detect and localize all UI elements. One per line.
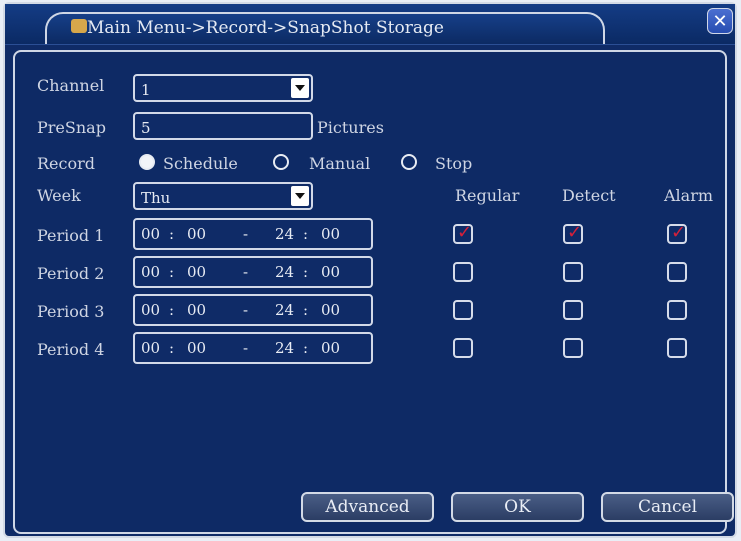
title-bar: Main Menu->Record->SnapShot Storage ✕ [5, 4, 735, 45]
window-title: Main Menu->Record->SnapShot Storage [87, 18, 444, 38]
ok-button[interactable]: OK [451, 492, 584, 522]
period-2-label: Period 2 [37, 264, 105, 283]
period-1-time[interactable]: 00 : 00 - 24 : 00 [133, 218, 373, 250]
period-4-alarm-checkbox[interactable] [667, 338, 687, 358]
end-hour: 24 [275, 301, 295, 319]
chevron-down-icon [291, 78, 309, 98]
start-minute: 00 [187, 263, 207, 281]
record-manual-radio[interactable] [273, 154, 289, 170]
period-4-label: Period 4 [37, 340, 105, 359]
start-separator: : [169, 225, 175, 243]
period-2-alarm-checkbox[interactable] [667, 262, 687, 282]
period-1-detect-checkbox[interactable] [563, 222, 583, 244]
period-3-label: Period 3 [37, 302, 105, 321]
start-separator: : [169, 339, 175, 357]
record-stop-label: Stop [435, 154, 473, 173]
end-minute: 00 [321, 225, 341, 243]
presnap-value: 5 [141, 119, 151, 137]
period-4-time[interactable]: 00 : 00 - 24 : 00 [133, 332, 373, 364]
period-4-regular-checkbox[interactable] [453, 338, 473, 358]
record-label: Record [37, 154, 95, 173]
end-hour: 24 [275, 225, 295, 243]
settings-panel: Channel 1 PreSnap 5 Pictures Record Sche… [13, 50, 734, 534]
period-2-detect-checkbox[interactable] [563, 262, 583, 282]
range-dash: - [243, 263, 249, 281]
snapshot-storage-window: Main Menu->Record->SnapShot Storage ✕ Ch… [3, 2, 737, 538]
presnap-input[interactable]: 5 [133, 112, 313, 140]
close-icon: ✕ [712, 10, 728, 32]
period-1-label: Period 1 [37, 226, 105, 245]
end-minute: 00 [321, 263, 341, 281]
start-hour: 00 [141, 301, 161, 319]
folder-icon [71, 19, 87, 33]
presnap-label: PreSnap [37, 118, 106, 137]
range-dash: - [243, 301, 249, 319]
period-1-alarm-checkbox[interactable] [667, 222, 687, 244]
period-2-regular-checkbox[interactable] [453, 262, 473, 282]
record-schedule-label: Schedule [163, 154, 238, 173]
close-button[interactable]: ✕ [707, 8, 733, 34]
end-separator: : [303, 225, 309, 243]
chevron-down-icon [291, 186, 309, 206]
period-3-alarm-checkbox[interactable] [667, 300, 687, 320]
period-1-regular-checkbox[interactable] [453, 222, 473, 244]
week-label: Week [37, 186, 81, 205]
period-2-time[interactable]: 00 : 00 - 24 : 00 [133, 256, 373, 288]
period-3-time[interactable]: 00 : 00 - 24 : 00 [133, 294, 373, 326]
week-value: Thu [141, 189, 171, 207]
period-3-regular-checkbox[interactable] [453, 300, 473, 320]
advanced-button[interactable]: Advanced [301, 492, 434, 522]
record-manual-label: Manual [309, 154, 371, 173]
detect-column-header: Detect [562, 186, 616, 205]
period-3-detect-checkbox[interactable] [563, 300, 583, 320]
channel-label: Channel [37, 76, 105, 95]
start-minute: 00 [187, 301, 207, 319]
channel-value: 1 [141, 81, 151, 99]
start-separator: : [169, 263, 175, 281]
record-stop-radio[interactable] [401, 154, 417, 170]
start-minute: 00 [187, 339, 207, 357]
start-minute: 00 [187, 225, 207, 243]
range-dash: - [243, 225, 249, 243]
record-schedule-radio[interactable] [139, 154, 155, 170]
start-hour: 00 [141, 263, 161, 281]
end-minute: 00 [321, 301, 341, 319]
cancel-button[interactable]: Cancel [601, 492, 734, 522]
end-separator: : [303, 339, 309, 357]
range-dash: - [243, 339, 249, 357]
alarm-column-header: Alarm [664, 186, 714, 205]
start-hour: 00 [141, 225, 161, 243]
end-hour: 24 [275, 263, 295, 281]
end-separator: : [303, 263, 309, 281]
period-4-detect-checkbox[interactable] [563, 338, 583, 358]
presnap-unit: Pictures [317, 118, 384, 137]
channel-select[interactable]: 1 [133, 74, 313, 102]
regular-column-header: Regular [455, 186, 520, 205]
start-separator: : [169, 301, 175, 319]
end-minute: 00 [321, 339, 341, 357]
start-hour: 00 [141, 339, 161, 357]
end-separator: : [303, 301, 309, 319]
week-select[interactable]: Thu [133, 182, 313, 210]
end-hour: 24 [275, 339, 295, 357]
